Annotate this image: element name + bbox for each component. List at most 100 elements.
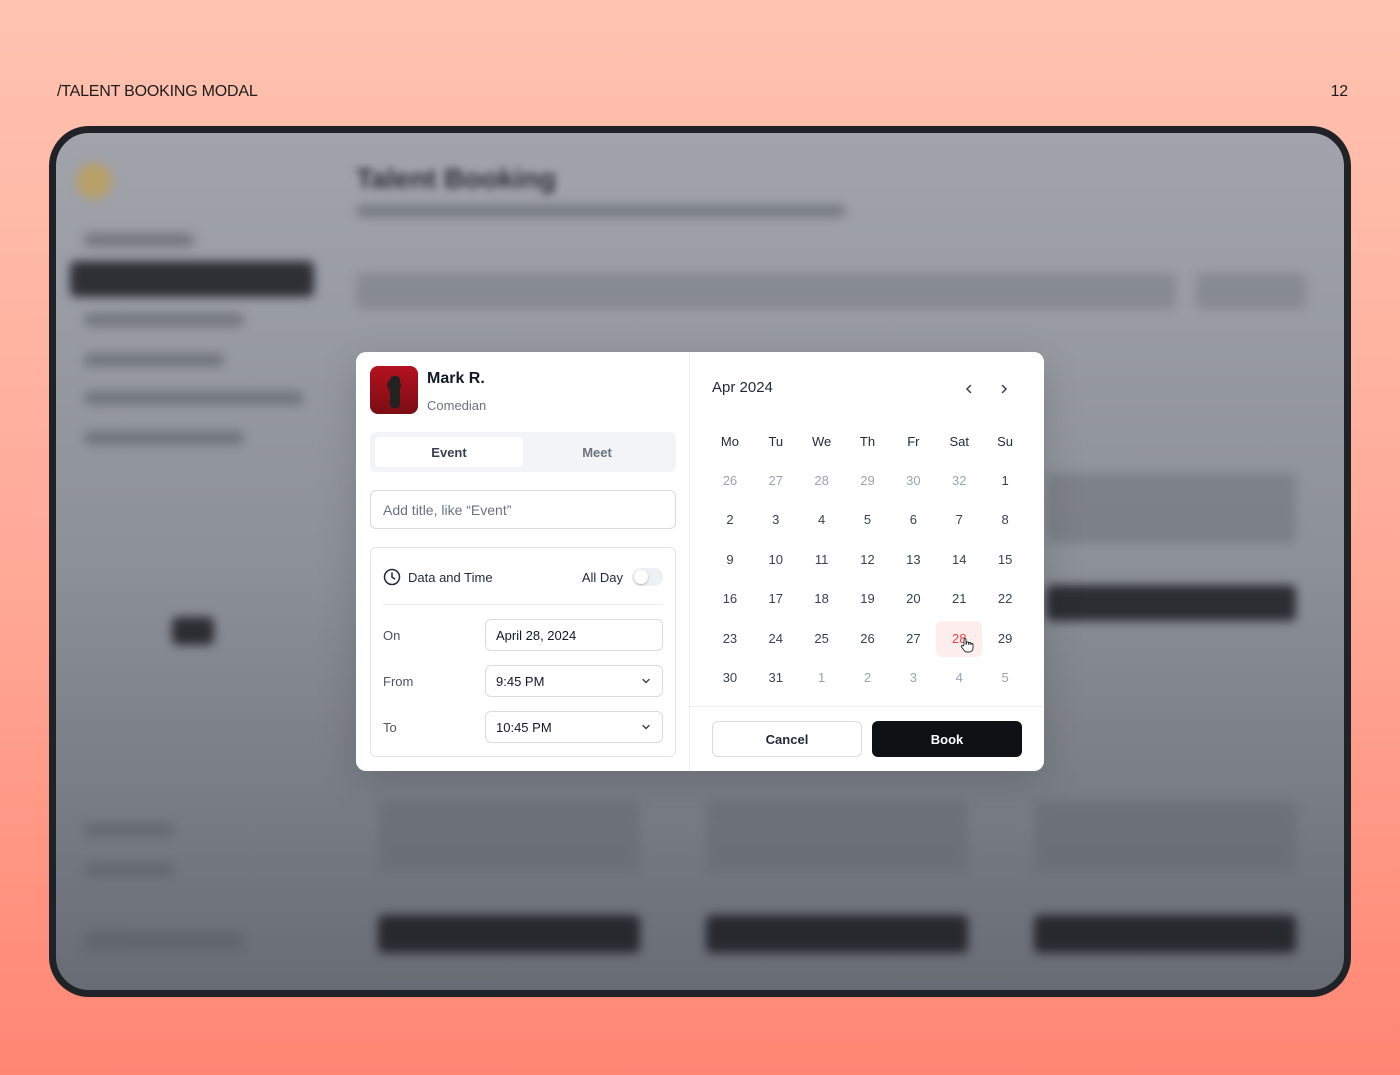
chevron-left-icon xyxy=(965,384,972,394)
day-number: 11 xyxy=(814,551,829,567)
next-month-button[interactable] xyxy=(995,380,1013,398)
to-time-select[interactable]: 10:45 PM xyxy=(485,711,663,743)
event-title-input[interactable] xyxy=(370,490,676,529)
calendar-day[interactable]: 24 xyxy=(753,621,799,657)
weekday-label: Mo xyxy=(720,433,739,449)
day-number: 7 xyxy=(955,512,963,528)
all-day-toggle[interactable] xyxy=(632,568,663,586)
day-number: 1 xyxy=(1001,473,1009,489)
day-number: 5 xyxy=(863,512,872,528)
calendar-day[interactable]: 25 xyxy=(799,621,845,657)
day-number: 25 xyxy=(814,630,829,646)
calendar-day[interactable]: 26 xyxy=(707,463,753,499)
day-number: 5 xyxy=(1001,670,1009,686)
calendar-day[interactable]: 10 xyxy=(753,542,799,578)
calendar-day[interactable]: 22 xyxy=(982,581,1028,617)
hand-cursor-icon xyxy=(961,637,974,653)
from-label: From xyxy=(383,673,414,689)
calendar-day[interactable]: 2 xyxy=(845,660,891,696)
calendar-day[interactable]: 18 xyxy=(799,581,845,617)
calendar-day[interactable]: 3 xyxy=(753,502,799,538)
on-label: On xyxy=(383,627,401,643)
prev-month-button[interactable] xyxy=(960,380,978,398)
divider xyxy=(690,706,1044,707)
weekday-label: Su xyxy=(997,433,1014,449)
calendar-day[interactable]: 26 xyxy=(845,621,891,657)
calendar-day[interactable]: 30 xyxy=(707,660,753,696)
calendar-day[interactable]: 3 xyxy=(890,660,936,696)
day-number: 29 xyxy=(860,473,875,489)
calendar-day[interactable]: 2 xyxy=(707,502,753,538)
calendar-day[interactable]: 9 xyxy=(707,542,753,578)
calendar-day[interactable]: 27 xyxy=(753,463,799,499)
booking-details-pane: Mark R. Comedian Event Meet Data and Tim… xyxy=(356,352,690,771)
day-number: 30 xyxy=(722,670,738,686)
tab-meet[interactable]: Meet xyxy=(523,437,671,467)
date-field[interactable]: April 28, 2024 xyxy=(485,619,663,651)
calendar-day[interactable]: 29 xyxy=(845,463,891,499)
day-number: 22 xyxy=(997,591,1013,607)
day-number: 13 xyxy=(906,551,921,567)
day-number: 21 xyxy=(951,591,967,607)
calendar-day[interactable]: 31 xyxy=(753,660,799,696)
calendar-day-selected[interactable]: 28 xyxy=(936,620,983,657)
day-number: 26 xyxy=(860,630,875,646)
calendar-pane: Apr 2024 Mo Tu We Th Fr Sat Su 26 27 28 29 30 32 1 2 3 4… xyxy=(690,352,1044,771)
section-label: /TALENT BOOKING MODAL xyxy=(57,83,258,100)
calendar-day[interactable]: 23 xyxy=(707,621,753,657)
day-number: 27 xyxy=(768,473,784,489)
calendar-day[interactable]: 11 xyxy=(799,542,845,578)
calendar-day[interactable]: 14 xyxy=(936,542,982,578)
calendar-day[interactable]: 29 xyxy=(982,621,1028,657)
tab-event[interactable]: Event xyxy=(375,437,523,467)
day-number: 27 xyxy=(906,630,921,646)
from-time-select[interactable]: 9:45 PM xyxy=(485,665,663,697)
calendar-grid: Mo Tu We Th Fr Sat Su 26 27 28 29 30 32 1 2 3 4 5 6 7 8 9 10 11… xyxy=(707,422,1028,698)
date-time-card: Data and Time All Day On April 28, 2024 … xyxy=(370,547,676,757)
book-button[interactable]: Book xyxy=(872,721,1022,757)
calendar-day[interactable]: 32 xyxy=(936,463,982,499)
calendar-day[interactable]: 1 xyxy=(982,463,1028,499)
calendar-day[interactable]: 13 xyxy=(890,542,936,578)
talent-role: Comedian xyxy=(427,398,487,413)
day-number: 17 xyxy=(768,591,784,607)
calendar-day[interactable]: 7 xyxy=(936,502,982,538)
day-number: 31 xyxy=(768,670,784,686)
calendar-week: 26 27 28 29 30 32 1 xyxy=(707,461,1028,500)
day-number: 20 xyxy=(906,591,921,607)
to-label: To xyxy=(383,719,397,735)
calendar-day[interactable]: 30 xyxy=(890,463,936,499)
to-time-value: 10:45 PM xyxy=(496,719,552,735)
calendar-day[interactable]: 4 xyxy=(799,502,845,538)
cancel-button[interactable]: Cancel xyxy=(712,721,862,757)
calendar-day[interactable]: 5 xyxy=(845,502,891,538)
day-number: 2 xyxy=(726,512,734,528)
calendar-day[interactable]: 17 xyxy=(753,581,799,617)
calendar-day[interactable]: 21 xyxy=(936,581,982,617)
calendar-day[interactable]: 20 xyxy=(890,581,936,617)
day-number: 9 xyxy=(726,551,734,567)
calendar-day[interactable]: 1 xyxy=(799,660,845,696)
calendar-day[interactable]: 6 xyxy=(890,502,936,538)
from-time-value: 9:45 PM xyxy=(496,673,545,689)
page-number: 12 xyxy=(1330,83,1349,100)
calendar-day[interactable]: 16 xyxy=(707,581,753,617)
day-number: 14 xyxy=(951,551,967,567)
day-number: 16 xyxy=(722,591,738,607)
calendar-day[interactable]: 5 xyxy=(982,660,1028,696)
calendar-day[interactable]: 15 xyxy=(982,542,1028,578)
day-number: 4 xyxy=(818,512,826,528)
calendar-day[interactable]: 28 xyxy=(799,463,845,499)
weekday-label: Fr xyxy=(907,433,920,449)
weekday-header: Mo Tu We Th Fr Sat Su xyxy=(707,422,1028,461)
day-number: 4 xyxy=(955,670,963,686)
calendar-day[interactable]: 8 xyxy=(982,502,1028,538)
calendar-month: Apr 2024 xyxy=(712,379,773,396)
calendar-day[interactable]: 27 xyxy=(890,621,936,657)
day-number: 29 xyxy=(997,630,1013,646)
day-number: 23 xyxy=(722,630,738,646)
calendar-day[interactable]: 12 xyxy=(845,542,891,578)
clock-icon xyxy=(383,568,401,586)
calendar-day[interactable]: 4 xyxy=(936,660,982,696)
calendar-day[interactable]: 19 xyxy=(845,581,891,617)
